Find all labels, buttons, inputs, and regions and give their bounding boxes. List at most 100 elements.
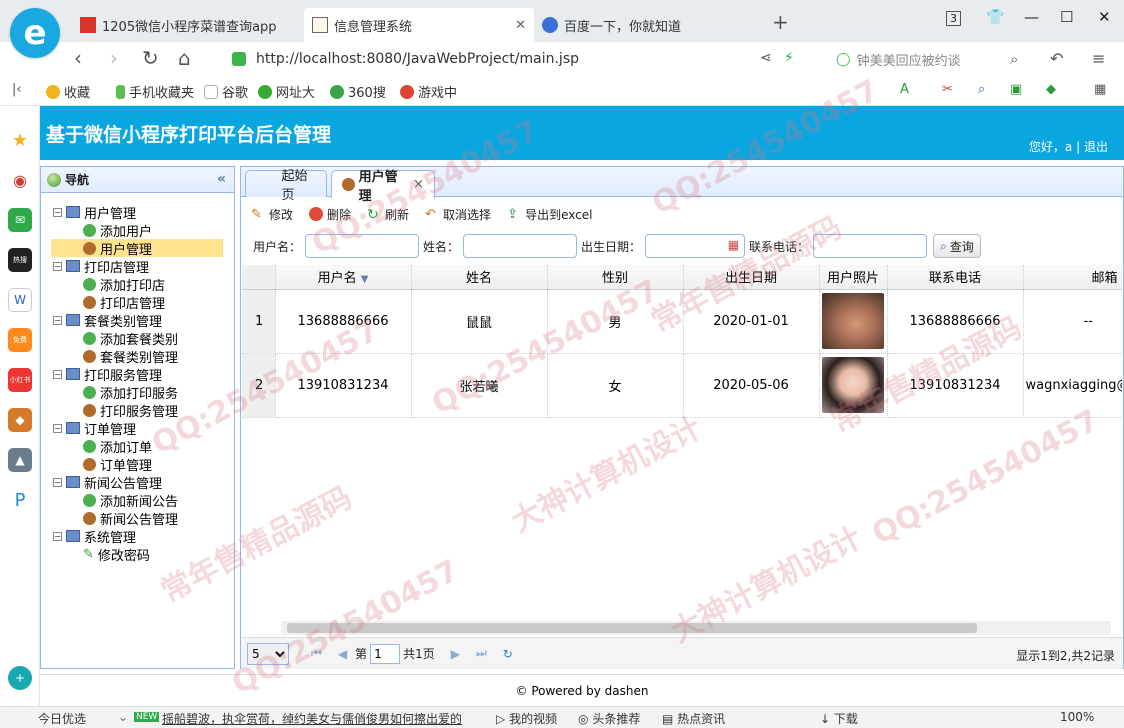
close-tab-icon[interactable]: ✕ xyxy=(515,18,526,33)
magnifier-icon[interactable]: ⌕ xyxy=(978,82,985,97)
username-input[interactable] xyxy=(305,234,420,258)
p-app-icon[interactable]: P xyxy=(8,488,32,512)
tools-icon[interactable]: ✂ xyxy=(942,82,953,97)
nav-item-user-manage[interactable]: 用户管理 xyxy=(51,239,223,258)
nav-item-add-package[interactable]: 添加套餐类别 xyxy=(53,329,234,348)
add-app-icon[interactable]: + xyxy=(8,666,32,690)
nav-item-order-manage[interactable]: 订单管理 xyxy=(53,455,234,474)
browser-logo[interactable]: e xyxy=(10,8,60,58)
weibo-icon[interactable]: ◉ xyxy=(8,168,32,192)
name-input[interactable] xyxy=(463,234,578,258)
red-app-icon[interactable]: 小红书 xyxy=(8,368,32,392)
nav-group-printshop[interactable]: − 打印店管理 xyxy=(53,257,234,276)
translate-icon[interactable]: A xyxy=(900,82,909,97)
nav-item-package-manage[interactable]: 套餐类别管理 xyxy=(53,347,234,366)
chevron-down-icon[interactable]: ⌄ xyxy=(118,710,128,724)
column-header-email[interactable]: 邮箱 xyxy=(1023,265,1122,290)
page-size-select[interactable]: 5 xyxy=(247,642,289,665)
refresh-button[interactable]: ↻ 刷新 xyxy=(367,206,409,223)
cancel-select-button[interactable]: ↶ 取消选择 xyxy=(425,206,491,223)
browser-tab-3[interactable]: 百度一下，你就知道 xyxy=(534,8,764,42)
tab-user-manage[interactable]: 用户管理 × xyxy=(331,170,435,204)
nav-group-system[interactable]: − 系统管理 xyxy=(53,527,234,546)
scrollbar-thumb[interactable] xyxy=(287,623,977,633)
close-window-icon[interactable]: ✕ xyxy=(1098,8,1111,26)
maximize-icon[interactable]: ☐ xyxy=(1060,8,1073,26)
headline-recommend[interactable]: ◎ 头条推荐 xyxy=(578,710,640,727)
lightning-icon[interactable]: ⚡ xyxy=(784,50,794,66)
nav-item-change-password[interactable]: ✎ 修改密码 xyxy=(53,545,234,564)
minimize-icon[interactable]: — xyxy=(1024,8,1039,26)
column-header-phone[interactable]: 联系电话 xyxy=(887,265,1024,290)
bookmark-favorites[interactable]: 收藏 xyxy=(46,82,90,101)
collapse-toggle-icon[interactable]: − xyxy=(53,207,62,217)
new-tab-button[interactable]: + xyxy=(772,10,789,34)
news-ticker[interactable]: 摇船碧波，执伞赏荷，绰约美女与儒俏俊男如何擦出爱的 xyxy=(162,710,462,727)
phone-input[interactable] xyxy=(813,234,928,258)
edit-button[interactable]: ✎ 修改 xyxy=(251,206,293,223)
nav-item-printshop-manage[interactable]: 打印店管理 xyxy=(53,293,234,312)
reload-icon[interactable]: ↻ xyxy=(503,647,513,661)
mail-icon[interactable]: ✉ xyxy=(8,208,32,232)
bookmark-mobile[interactable]: 手机收藏夹 xyxy=(116,82,194,101)
column-header-name[interactable]: 姓名 xyxy=(411,265,548,290)
calendar-icon[interactable]: ▦ xyxy=(728,238,739,252)
tab-counter[interactable]: 3 xyxy=(946,11,961,26)
nav-group-news[interactable]: − 新闻公告管理 xyxy=(53,473,234,492)
word-icon[interactable]: W xyxy=(8,288,32,312)
table-row[interactable]: 1 13688886666 鼠鼠 男 2020-01-01 1368888666… xyxy=(242,289,1122,354)
home-icon[interactable]: ⌂ xyxy=(178,46,191,70)
nav-group-package[interactable]: − 套餐类别管理 xyxy=(53,311,234,330)
browser-search-field[interactable]: ◯ 钟美美回应被约谈 xyxy=(836,47,1036,71)
my-video[interactable]: ▷ 我的视频 xyxy=(496,710,557,727)
share-icon[interactable]: ⋖ xyxy=(760,50,772,66)
search-icon[interactable]: ⌕ xyxy=(1010,50,1018,68)
shirt-icon[interactable]: 👕 xyxy=(986,8,1005,26)
bookmark-360[interactable]: 360搜 xyxy=(330,82,386,101)
nav-group-user[interactable]: − 用户管理 xyxy=(53,203,234,222)
daily-picks[interactable]: 今日优选 xyxy=(38,710,86,727)
nav-group-order[interactable]: − 订单管理 xyxy=(53,419,234,438)
forward-icon[interactable]: › xyxy=(110,46,118,70)
shield-icon[interactable]: ◆ xyxy=(1046,82,1056,97)
export-excel-button[interactable]: ⇪ 导出到excel xyxy=(507,206,592,223)
query-button[interactable]: ⌕ 查询 xyxy=(933,234,981,258)
bookmark-google[interactable]: 谷歌 xyxy=(204,82,248,101)
collapse-toggle-icon[interactable]: − xyxy=(53,261,62,271)
column-header-gender[interactable]: 性别 xyxy=(547,265,684,290)
nav-item-add-news[interactable]: 添加新闻公告 xyxy=(53,491,234,510)
download-button[interactable]: ↓ 下载 xyxy=(820,710,858,727)
menu-icon[interactable]: ≡ xyxy=(1092,49,1105,68)
zoom-level[interactable]: 100% xyxy=(1060,710,1094,724)
nav-item-news-manage[interactable]: 新闻公告管理 xyxy=(53,509,234,528)
star-icon[interactable]: ★ xyxy=(8,128,32,152)
bookmark-games[interactable]: 游戏中 xyxy=(400,82,457,101)
collapse-toggle-icon[interactable]: − xyxy=(53,369,62,379)
nav-item-print-service-manage[interactable]: 打印服务管理 xyxy=(53,401,234,420)
first-page-icon[interactable]: ⏮ xyxy=(311,646,322,661)
nav-item-add-user[interactable]: 添加用户 xyxy=(53,221,234,240)
last-page-icon[interactable]: ⏭ xyxy=(476,646,487,661)
page-number-input[interactable] xyxy=(370,643,401,664)
castle-icon[interactable]: ▲ xyxy=(8,448,32,472)
back-icon[interactable]: ‹ xyxy=(74,46,82,70)
hot-info[interactable]: ▤ 热点资讯 xyxy=(662,710,725,727)
column-header-birth[interactable]: 出生日期 xyxy=(683,265,820,290)
browser-tab-2[interactable]: 信息管理系统 ✕ xyxy=(304,8,534,42)
novel-icon[interactable]: 免费 xyxy=(8,328,32,352)
apps-icon[interactable]: ▦ xyxy=(1094,82,1106,97)
browser-tab-1[interactable]: 1205微信小程序菜谱查询app xyxy=(72,8,304,42)
reload-icon[interactable]: ↻ xyxy=(142,46,159,70)
birth-date-picker[interactable]: ▦ xyxy=(641,234,749,258)
prev-page-icon[interactable]: ◀ xyxy=(338,647,347,661)
nav-item-add-order[interactable]: 添加订单 xyxy=(53,437,234,456)
gamepad-icon[interactable]: ▣ xyxy=(1010,82,1022,97)
undo-icon[interactable]: ↶ xyxy=(1050,49,1063,68)
collapse-icon[interactable]: « xyxy=(217,171,226,187)
next-page-icon[interactable]: ▶ xyxy=(451,647,460,661)
nav-item-add-print-service[interactable]: 添加打印服务 xyxy=(53,383,234,402)
game-app-icon[interactable]: ◆ xyxy=(8,408,32,432)
nav-group-print-service[interactable]: − 打印服务管理 xyxy=(53,365,234,384)
collapse-toggle-icon[interactable]: − xyxy=(53,531,62,541)
sidebar-toggle-icon[interactable]: |‹ xyxy=(12,82,22,97)
